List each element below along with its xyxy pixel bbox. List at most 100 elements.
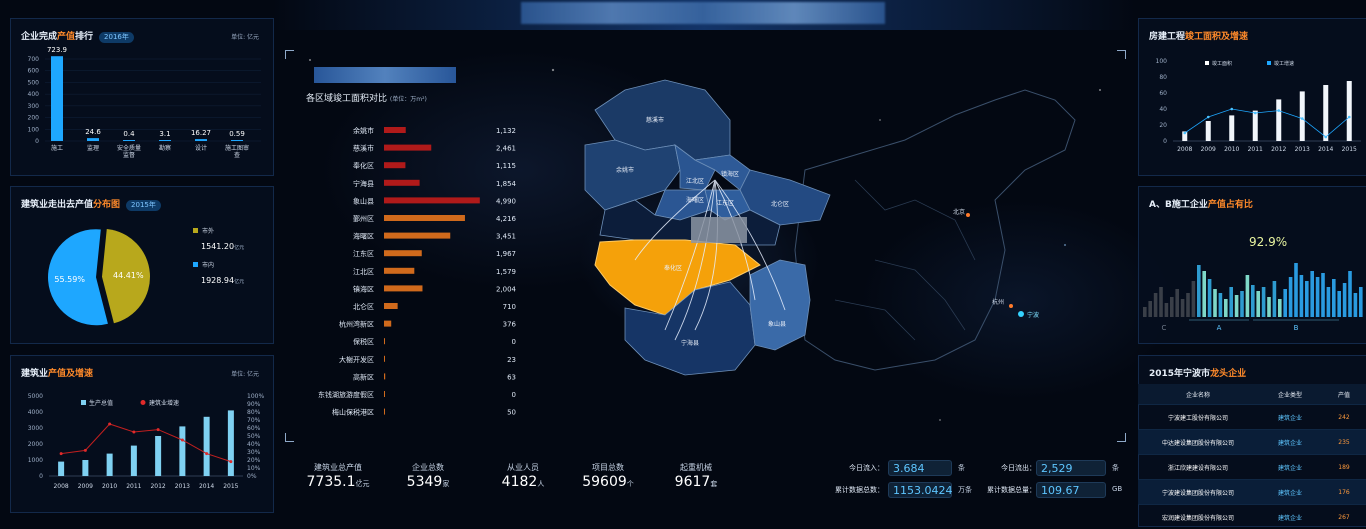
y-tick-label: 100 xyxy=(1156,58,1168,65)
y2-tick-label: 60% xyxy=(247,425,261,432)
x-tick-label: 2012 xyxy=(1271,146,1286,153)
bar xyxy=(82,460,88,476)
x-tick-label: 2008 xyxy=(1177,146,1192,153)
growth-panel: 建筑业产值及增速 单位: 亿元 0100020003000400050000%1… xyxy=(10,355,274,513)
bar xyxy=(1332,279,1336,317)
bar xyxy=(1253,111,1258,141)
line-point xyxy=(1301,117,1304,120)
bar xyxy=(384,373,385,379)
stat-label: 从业人员 xyxy=(483,462,563,473)
x-tick-label: 监理 xyxy=(87,144,99,152)
table-row: 宏润建设集团股份有限公司建筑企业267 xyxy=(1138,505,1366,529)
total-records-unit: 万条 xyxy=(958,485,972,495)
value-label: 376 xyxy=(503,321,517,329)
bar xyxy=(1348,271,1352,317)
bar xyxy=(1321,273,1325,317)
bar xyxy=(1300,275,1304,317)
region-label: 江北区 xyxy=(686,177,704,185)
line-point xyxy=(229,460,232,463)
group-label: B xyxy=(1294,324,1299,332)
x-tick-label: 2010 xyxy=(102,483,117,490)
group-label: A xyxy=(1217,324,1222,332)
ab-share-chart: CAB xyxy=(1139,187,1366,343)
line-point xyxy=(157,428,160,431)
y-tick-label: 0 xyxy=(1163,138,1167,145)
stat-value: 7735.1亿元 xyxy=(298,474,378,490)
legend-swatch xyxy=(81,400,86,405)
bar xyxy=(51,56,63,141)
line-point xyxy=(60,452,63,455)
bar xyxy=(131,446,137,476)
x-tick-label: 2012 xyxy=(150,483,165,490)
bar xyxy=(1219,293,1223,317)
bar xyxy=(1240,291,1244,317)
category-label: 江北区 xyxy=(353,268,374,276)
value-label: 63 xyxy=(507,373,516,381)
frame-corner xyxy=(1117,50,1126,59)
legend-name: 市内 xyxy=(202,261,214,269)
line-point xyxy=(1348,116,1351,119)
table-cell-name: 浙江欣建建设有限公司 xyxy=(1138,455,1258,480)
x-tick-label: 安全质量 xyxy=(117,144,141,152)
y-tick-label: 200 xyxy=(28,115,40,122)
table-row: 宁波建工股份有限公司建筑企业242 xyxy=(1138,405,1366,430)
bar xyxy=(1262,287,1266,317)
bar xyxy=(1276,99,1281,141)
value-label: 1,115 xyxy=(496,162,516,170)
value-label: 1,579 xyxy=(496,268,516,276)
bar xyxy=(1251,285,1255,317)
bar xyxy=(1310,271,1314,317)
category-label: 北仑区 xyxy=(353,302,374,311)
bar xyxy=(384,180,420,186)
line-point xyxy=(132,431,135,434)
legend-value: 1928.94亿元 xyxy=(201,276,244,285)
stat-label: 项目总数 xyxy=(568,462,648,473)
bar xyxy=(384,391,385,397)
line-point xyxy=(1254,112,1257,115)
bar xyxy=(1192,281,1196,317)
y-tick-label: 60 xyxy=(1159,90,1167,97)
x-tick-label: 2015 xyxy=(1342,146,1357,153)
value-label: 23 xyxy=(507,356,516,364)
bar xyxy=(1294,263,1298,317)
y2-tick-label: 90% xyxy=(247,401,261,408)
bar xyxy=(1154,293,1158,317)
x-tick-label: 2014 xyxy=(1318,146,1333,153)
bar xyxy=(1354,293,1358,317)
column-header: 产值 xyxy=(1322,384,1366,405)
category-label: 宁海县 xyxy=(353,179,374,188)
bar xyxy=(159,140,171,141)
stat-unit: 亿元 xyxy=(356,480,370,488)
region-label: 象山县 xyxy=(768,320,786,328)
category-label: 奉化区 xyxy=(353,161,374,170)
title-text: 各区域竣工面积对比 xyxy=(306,94,387,104)
legend-label: 建筑业增速 xyxy=(149,399,179,407)
value-label: 1,854 xyxy=(496,180,517,188)
bar xyxy=(1202,271,1206,317)
x-tick-label: 监督 xyxy=(123,151,135,159)
x-tick-label: 2013 xyxy=(1295,146,1310,153)
line-point xyxy=(108,423,111,426)
frame-corner xyxy=(1117,433,1126,442)
area-compare-header-redacted xyxy=(314,67,456,83)
bar xyxy=(58,462,64,476)
line-point xyxy=(205,452,208,455)
bar xyxy=(1278,299,1282,317)
group-label: C xyxy=(1162,324,1167,332)
data-label: 24.6 xyxy=(85,128,101,136)
province-borders xyxy=(835,180,975,340)
y2-tick-label: 30% xyxy=(247,449,261,456)
y2-tick-label: 100% xyxy=(247,393,264,400)
value-label: 50 xyxy=(507,409,516,417)
line-point xyxy=(1277,109,1280,112)
bar xyxy=(1224,299,1228,317)
china-outline xyxy=(795,90,1075,370)
y-tick-label: 0 xyxy=(35,138,39,145)
y-tick-label: 2000 xyxy=(28,441,43,448)
y2-tick-label: 70% xyxy=(247,417,261,424)
bar xyxy=(1170,297,1174,317)
bar xyxy=(384,197,480,203)
y-tick-label: 40 xyxy=(1159,106,1167,113)
value-label: 2,461 xyxy=(496,145,516,153)
slice-percent-label: 55.59% xyxy=(54,275,85,284)
